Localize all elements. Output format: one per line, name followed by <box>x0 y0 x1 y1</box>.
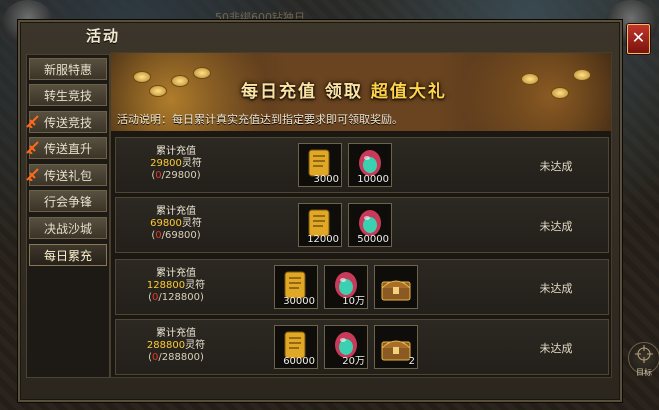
requirement-progress: (0/29800) <box>151 170 201 181</box>
reward-count: 3000 <box>313 174 339 185</box>
reward-slot[interactable]: 2 <box>374 325 418 369</box>
amount-value: 29800 <box>150 158 182 169</box>
window-title: 活动 <box>86 27 121 45</box>
sidebar-item-label: 新服特惠 <box>43 63 92 77</box>
requirement-label: 累计充值 <box>156 146 196 157</box>
reward-count: 50000 <box>357 234 389 245</box>
amount-unit: 灵符 <box>181 158 202 169</box>
sidebar-item-guild-battle[interactable]: 行会争锋 <box>29 190 107 212</box>
reward-slot[interactable] <box>374 265 418 309</box>
requirement-amount: 69800灵符 <box>126 218 226 230</box>
banner-title: 每日充值 领取 超值大礼 <box>241 77 447 102</box>
requirement-progress: (0/128800) <box>148 292 204 303</box>
amount-unit: 灵符 <box>185 280 206 291</box>
banner-title-highlight: 超值大礼 <box>370 82 447 102</box>
crosshair-icon <box>635 345 653 363</box>
reward-row: 累计充值 29800灵符 (0/29800) 3000 10000 未达成 <box>115 137 609 193</box>
amount-unit: 灵符 <box>181 218 202 229</box>
reward-slot[interactable]: 12000 <box>298 203 342 247</box>
reward-row: 累计充值 288800灵符 (0/288800) 60000 20万 2 未达成 <box>115 319 609 375</box>
progress-target: /288800 <box>158 352 200 363</box>
flag-icon <box>26 115 39 128</box>
gold-ingot-icon <box>171 75 189 87</box>
activity-description: 活动说明：每日累计真实充值达到指定要求即可领取奖励。 <box>117 113 403 126</box>
reward-slot[interactable]: 60000 <box>274 325 318 369</box>
sidebar-item-rebirth[interactable]: 转生竞技 <box>29 84 107 106</box>
reward-slot[interactable]: 20万 <box>324 325 368 369</box>
gold-ingot-icon <box>521 73 539 85</box>
flag-icon <box>26 168 39 181</box>
banner-title-part: 领取 <box>324 82 363 102</box>
amount-unit: 灵符 <box>185 340 206 351</box>
reward-count: 60000 <box>283 356 315 367</box>
reward-row: 累计充值 69800灵符 (0/69800) 12000 50000 未达成 <box>115 197 609 253</box>
requirement-label: 累计充值 <box>156 328 196 339</box>
sidebar-item-new-server[interactable]: 新服特惠 <box>29 58 107 80</box>
progress-target: /29800 <box>161 170 197 181</box>
sidebar-item-label: 每日累充 <box>43 249 92 263</box>
reward-count: 2 <box>408 356 415 367</box>
reward-count: 10万 <box>342 296 365 307</box>
claim-status[interactable]: 未达成 <box>516 218 596 234</box>
activity-content: 每日充值 领取 超值大礼 活动说明：每日累计真实充值达到指定要求即可领取奖励。 … <box>110 52 612 378</box>
banner-title-part: 每日充值 <box>241 82 317 102</box>
gold-ingot-icon <box>573 69 591 81</box>
requirement-progress: (0/69800) <box>151 230 201 241</box>
amount-value: 288800 <box>146 340 186 351</box>
amount-value: 69800 <box>150 218 182 229</box>
reward-slot[interactable]: 50000 <box>348 203 392 247</box>
reward-slot[interactable]: 3000 <box>298 143 342 187</box>
requirement-amount: 288800灵符 <box>126 340 226 352</box>
recharge-requirement: 累计充值 29800灵符 (0/29800) <box>126 146 226 182</box>
flag-icon <box>26 141 39 154</box>
sidebar-item-castle-war[interactable]: 决战沙城 <box>29 217 107 239</box>
recharge-requirement: 累计充值 288800灵符 (0/288800) <box>126 328 226 364</box>
reward-count: 30000 <box>283 296 315 307</box>
claim-status[interactable]: 未达成 <box>516 340 596 356</box>
treasure-chest-icon <box>381 280 411 301</box>
reward-slot[interactable]: 10000 <box>348 143 392 187</box>
gold-ingot-icon <box>193 67 211 79</box>
sidebar-item-label: 决战沙城 <box>43 222 92 236</box>
activity-sidebar: 新服特惠 转生竞技 传送竞技 传送直升 传送礼包 行会争锋 决战沙城 每日累充 <box>26 54 110 378</box>
requirement-amount: 29800灵符 <box>126 158 226 170</box>
recharge-requirement: 累计充值 69800灵符 (0/69800) <box>126 206 226 242</box>
gold-ingot-icon <box>149 85 167 97</box>
reward-slot[interactable]: 10万 <box>324 265 368 309</box>
requirement-label: 累计充值 <box>156 268 196 279</box>
target-button[interactable]: 目标 <box>628 342 659 377</box>
claim-status[interactable]: 未达成 <box>516 158 596 174</box>
reward-slot[interactable]: 30000 <box>274 265 318 309</box>
sidebar-item-label: 行会争锋 <box>43 195 92 209</box>
progress-target: /128800 <box>158 292 200 303</box>
sidebar-item-label: 传送竞技 <box>43 116 92 130</box>
progress-target: /69800 <box>161 230 197 241</box>
requirement-amount: 128800灵符 <box>126 280 226 292</box>
amount-value: 128800 <box>146 280 186 291</box>
requirement-label: 累计充值 <box>156 206 196 217</box>
reward-count: 12000 <box>307 234 339 245</box>
claim-status[interactable]: 未达成 <box>516 280 596 296</box>
sidebar-item-teleport-upgrade[interactable]: 传送直升 <box>26 137 107 159</box>
sidebar-item-teleport-gift[interactable]: 传送礼包 <box>26 164 107 186</box>
close-button[interactable]: ✕ <box>627 24 650 54</box>
gold-ingot-icon <box>133 71 151 83</box>
sidebar-item-teleport-compete[interactable]: 传送竞技 <box>26 111 107 133</box>
reward-count: 10000 <box>357 174 389 185</box>
reward-row: 累计充值 128800灵符 (0/128800) 30000 10万 未达成 <box>115 259 609 315</box>
sidebar-item-label: 转生竞技 <box>43 89 92 103</box>
reward-count: 20万 <box>342 356 365 367</box>
sidebar-item-daily-recharge[interactable]: 每日累充 <box>29 244 107 266</box>
recharge-requirement: 累计充值 128800灵符 (0/128800) <box>126 268 226 304</box>
activity-banner: 每日充值 领取 超值大礼 活动说明：每日累计真实充值达到指定要求即可领取奖励。 <box>111 53 611 131</box>
target-label: 目标 <box>636 368 652 377</box>
sidebar-item-label: 传送直升 <box>43 142 92 156</box>
sidebar-item-label: 传送礼包 <box>43 169 92 183</box>
gold-ingot-icon <box>551 87 569 99</box>
requirement-progress: (0/288800) <box>148 352 204 363</box>
